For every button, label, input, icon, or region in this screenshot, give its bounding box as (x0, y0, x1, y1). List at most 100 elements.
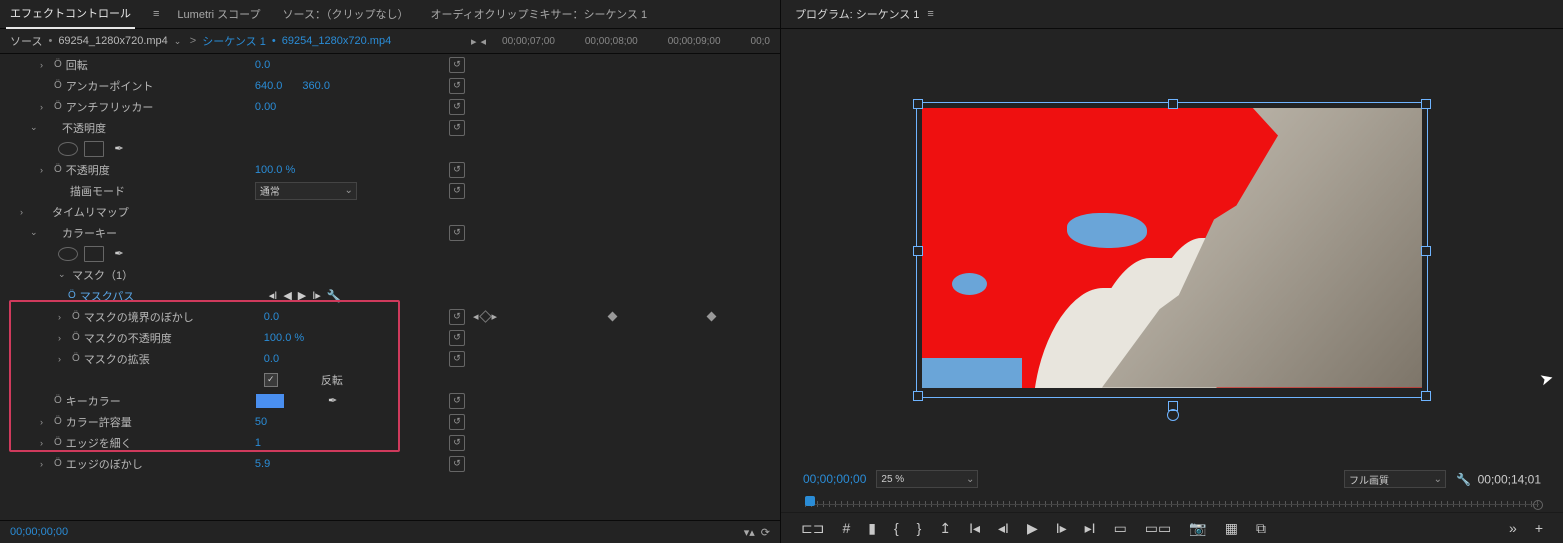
reset-icon[interactable]: ↺ (449, 456, 465, 472)
export-frame-icon[interactable]: ↥ (939, 520, 951, 537)
step-back-icon[interactable]: I◂ (969, 520, 980, 537)
mask-handle[interactable] (1421, 99, 1431, 109)
playhead[interactable] (805, 496, 815, 506)
prop-blend-mode[interactable]: 描画モード (70, 183, 125, 199)
stopwatch-icon[interactable]: Ö (54, 59, 62, 70)
settings-icon[interactable]: 🔧 (1456, 473, 1471, 487)
mask-opacity-value[interactable]: 100.0 % (264, 332, 304, 344)
eyedropper-icon[interactable]: ✒ (328, 394, 337, 407)
mask-handle[interactable] (1421, 391, 1431, 401)
prop-key-color[interactable]: キーカラー (66, 393, 121, 409)
prop-mask-feather[interactable]: マスクの境界のぼかし (84, 309, 194, 325)
keyframe-marker[interactable] (707, 312, 717, 322)
antiflicker-value[interactable]: 0.00 (255, 101, 276, 113)
opacity-value[interactable]: 100.0 % (255, 164, 295, 176)
prop-opacity[interactable]: 不透明度 (66, 162, 110, 178)
reset-icon[interactable]: ↺ (449, 57, 465, 73)
mask-track-forward-icon[interactable]: ▶ (298, 289, 306, 302)
panel-menu-icon[interactable]: ≡ (927, 8, 933, 20)
source-dropdown-icon[interactable]: ⌄ (174, 36, 184, 47)
frame-forward-icon[interactable]: I▸ (1056, 520, 1067, 537)
button-editor-icon[interactable]: » (1509, 520, 1517, 536)
prev-keyframe-icon[interactable]: ◂ (473, 310, 479, 323)
reset-icon[interactable]: ↺ (449, 162, 465, 178)
stopwatch-icon[interactable]: Ö (54, 458, 62, 469)
stopwatch-icon[interactable]: Ö (68, 290, 76, 301)
prop-edge-thin[interactable]: エッジを細く (66, 435, 132, 451)
rotation-value[interactable]: 0.0 (255, 59, 270, 71)
reset-icon[interactable]: ↺ (449, 78, 465, 94)
play-icon[interactable]: ▶ (1027, 520, 1038, 537)
effect-opacity[interactable]: 不透明度 (62, 120, 106, 136)
anchor-x[interactable]: 640.0 (255, 80, 283, 92)
stopwatch-icon[interactable]: Ö (54, 416, 62, 427)
stopwatch-icon[interactable]: Ö (54, 437, 62, 448)
reset-icon[interactable]: ↺ (449, 330, 465, 346)
edge-feather-value[interactable]: 5.9 (255, 458, 270, 470)
mask-track-forward-end-icon[interactable]: I▸ (312, 289, 321, 302)
prev-edit-icon[interactable]: ▸ (471, 35, 477, 48)
safe-margins-icon[interactable]: ▦ (1225, 520, 1238, 537)
go-to-in-icon[interactable]: { (894, 520, 899, 536)
stopwatch-icon[interactable]: Ö (54, 164, 62, 175)
reset-icon[interactable]: ↺ (449, 414, 465, 430)
sequence-name[interactable]: シーケンス 1 (202, 33, 266, 49)
frame-back-icon[interactable]: ◂I (998, 520, 1009, 537)
tab-audio-mixer[interactable]: オーディオクリップミキサー：シーケンス 1 (426, 0, 651, 28)
current-timecode[interactable]: 00;00;00;00 (10, 526, 68, 538)
mask-rectangle-tool[interactable] (84, 141, 104, 157)
next-keyframe-icon[interactable]: ▸ (492, 310, 498, 323)
zoom-to-clip-icon[interactable]: ⟳ (761, 526, 770, 539)
extract-icon[interactable]: ▭▭ (1145, 520, 1171, 537)
prop-mask-path[interactable]: マスクパス (80, 288, 134, 304)
mini-time-ruler[interactable]: 00;00;07;00 00;00;08;00 00;00;09;00 00;0 (502, 36, 770, 47)
program-scrubber[interactable] (805, 496, 1539, 512)
stopwatch-icon[interactable]: Ö (54, 101, 62, 112)
mask-track-backward-end-icon[interactable]: ◂I (269, 289, 278, 302)
reset-icon[interactable]: ↺ (449, 183, 465, 199)
mask-rectangle-tool[interactable] (84, 246, 104, 262)
mask-track-backward-icon[interactable]: ◀ (283, 289, 291, 302)
mask-invert-checkbox[interactable]: ✓ (264, 373, 278, 387)
prop-mask-opacity[interactable]: マスクの不透明度 (84, 330, 172, 346)
filter-icon[interactable]: ▾▴ (744, 526, 755, 539)
prop-edge-feather[interactable]: エッジのぼかし (66, 456, 143, 472)
reset-icon[interactable]: ↺ (449, 99, 465, 115)
clip-name[interactable]: 69254_1280x720.mp4 (282, 35, 391, 47)
reset-icon[interactable]: ↺ (449, 393, 465, 409)
mask-group[interactable]: マスク（1） (72, 267, 133, 283)
step-forward-icon[interactable]: ▸I (1085, 520, 1096, 537)
source-name[interactable]: 69254_1280x720.mp4 (58, 35, 167, 47)
reset-icon[interactable]: ↺ (449, 435, 465, 451)
stopwatch-icon[interactable]: Ö (72, 353, 80, 364)
mask-handle[interactable] (913, 391, 923, 401)
snapshot-icon[interactable]: 📷 (1189, 520, 1206, 537)
go-to-out-icon[interactable]: } (917, 520, 922, 536)
anchor-y[interactable]: 360.0 (302, 80, 330, 92)
keyframe-marker[interactable] (608, 312, 618, 322)
stopwatch-icon[interactable]: Ö (72, 311, 80, 322)
tab-effect-controls[interactable]: エフェクトコントロール (6, 0, 135, 29)
mask-ellipse-tool[interactable] (58, 247, 78, 261)
mask-ellipse-tool[interactable] (58, 142, 78, 156)
tab-lumetri[interactable]: Lumetri スコープ (173, 0, 264, 28)
compare-icon[interactable]: ⧉ (1256, 520, 1266, 537)
program-monitor[interactable]: ➤ (781, 29, 1563, 466)
mask-expand-value[interactable]: 0.0 (264, 353, 279, 365)
edge-thin-value[interactable]: 1 (255, 437, 261, 449)
stopwatch-icon[interactable]: Ö (54, 395, 62, 406)
mask-feather-value[interactable]: 0.0 (264, 311, 279, 323)
effect-color-key[interactable]: カラーキー (62, 225, 117, 241)
mask-track-settings-icon[interactable]: 🔧 (327, 289, 342, 303)
program-timecode-left[interactable]: 00;00;00;00 (803, 472, 866, 486)
mask-center-handle[interactable] (1167, 409, 1179, 421)
prop-anchor[interactable]: アンカーポイント (66, 78, 154, 94)
mask-pen-tool[interactable]: ✒ (110, 142, 128, 156)
keyframe-area[interactable]: ◂ ▸ (465, 54, 780, 520)
out-point-handle[interactable] (1533, 500, 1543, 510)
panel-menu-icon[interactable]: ≡ (153, 8, 159, 20)
effect-time-remap[interactable]: タイムリマップ (52, 204, 129, 220)
stopwatch-icon[interactable]: Ö (72, 332, 80, 343)
reset-icon[interactable]: ↺ (449, 120, 465, 136)
zoom-select[interactable]: 25 % (876, 470, 978, 488)
